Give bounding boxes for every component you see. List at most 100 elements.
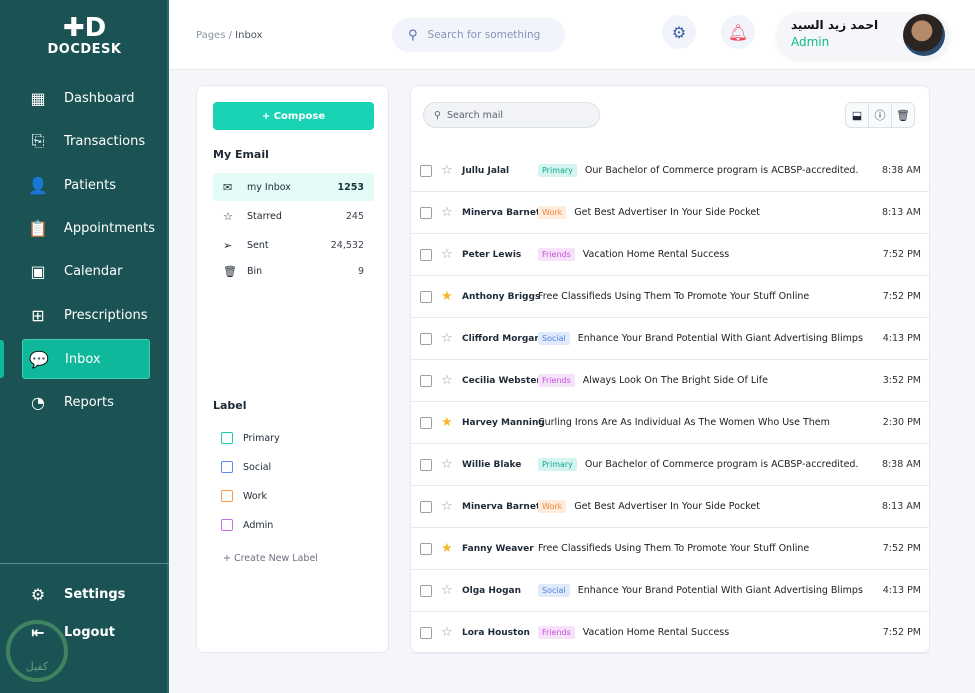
- label-checkbox[interactable]: [221, 519, 233, 531]
- mail-tag: Friends: [538, 248, 575, 261]
- mail-time: 8:38 AM: [881, 459, 921, 470]
- mail-time: 8:13 AM: [881, 207, 921, 218]
- row-checkbox[interactable]: [420, 206, 432, 219]
- mail-tag: Social: [538, 584, 570, 597]
- row-checkbox[interactable]: [420, 248, 432, 261]
- sidebar-item-appointments[interactable]: 📋 Appointments: [22, 208, 155, 248]
- mail-tag: Work: [538, 500, 567, 513]
- compose-button[interactable]: + Compose: [213, 102, 374, 130]
- mail-time: 8:38 AM: [881, 165, 921, 176]
- mail-row[interactable]: ☆ Clifford Morgan Social Enhance Your Brand…: [411, 318, 929, 360]
- info-icon[interactable]: ⓘ: [869, 103, 892, 127]
- mail-row[interactable]: ☆ Lora Houston Friends Vacation Home Rental…: [411, 612, 929, 654]
- create-label-button[interactable]: + Create New Label: [223, 553, 318, 564]
- row-checkbox[interactable]: [420, 542, 432, 555]
- mail-row[interactable]: ★ Harvey Manning Curling Irons Are As Indi…: [411, 402, 929, 444]
- star-icon[interactable]: ☆: [441, 499, 455, 514]
- mail-search[interactable]: ⚲ Search mail: [423, 102, 600, 128]
- mail-sender: Jullu Jalal: [462, 165, 510, 176]
- star-icon[interactable]: ☆: [441, 583, 455, 598]
- label-heading: Label: [213, 399, 247, 412]
- sidebar-item-patients[interactable]: 👤 Patients: [22, 165, 150, 205]
- label-primary[interactable]: Primary: [221, 432, 280, 444]
- star-icon[interactable]: ☆: [441, 205, 455, 220]
- row-checkbox[interactable]: [420, 374, 432, 387]
- dashboard-icon: ▦: [30, 88, 46, 108]
- global-search[interactable]: ⚲ Search for something: [392, 18, 565, 52]
- sidebar-item-settings[interactable]: ⚙ Settings: [22, 574, 150, 614]
- mail-row[interactable]: ☆ Peter Lewis Friends Vacation Home Rental …: [411, 234, 929, 276]
- mail-subject: Our Bachelor of Commerce program is ACBS…: [584, 165, 859, 176]
- label-checkbox[interactable]: [221, 461, 233, 473]
- sidebar-item-reports[interactable]: ◔ Reports: [22, 382, 150, 422]
- mail-time: 4:13 PM: [882, 585, 921, 596]
- archive-icon[interactable]: ⬓: [846, 103, 869, 127]
- mail-row[interactable]: ☆ Minerva Barnett Work Get Best Advertiser …: [411, 192, 929, 234]
- search-icon: ⚲: [408, 27, 418, 43]
- calendar-icon: ▣: [30, 261, 46, 281]
- user-profile[interactable]: احمد زيد السيد Admin: [777, 12, 949, 58]
- mail-sender: Willie Blake: [462, 459, 522, 470]
- star-icon[interactable]: ☆: [441, 457, 455, 472]
- folder-count: 245: [345, 210, 364, 222]
- folder-sent[interactable]: ➢ Sent 24,532: [213, 231, 374, 259]
- star-icon[interactable]: ☆: [441, 331, 455, 346]
- row-checkbox[interactable]: [420, 584, 432, 597]
- settings-button[interactable]: ⚙: [662, 15, 696, 49]
- star-icon: ☆: [223, 209, 233, 223]
- breadcrumb-current: Inbox: [235, 30, 263, 41]
- avatar[interactable]: [903, 14, 945, 56]
- star-icon[interactable]: ☆: [441, 373, 455, 388]
- folder-bin[interactable]: 🗑 Bin 9: [213, 257, 374, 285]
- label-checkbox[interactable]: [221, 432, 233, 444]
- sidebar-item-label: Reports: [64, 394, 114, 410]
- logo: ✚D DOCDESK: [0, 14, 169, 57]
- row-checkbox[interactable]: [420, 290, 432, 303]
- trash-icon[interactable]: 🗑: [892, 103, 914, 127]
- label-checkbox[interactable]: [221, 490, 233, 502]
- pie-chart-icon: ◔: [31, 392, 45, 412]
- mail-row[interactable]: ☆ Jullu Jalal Primary Our Bachelor of Comme…: [411, 150, 929, 192]
- row-checkbox[interactable]: [420, 416, 432, 429]
- mail-tag: Friends: [538, 626, 575, 639]
- folder-starred[interactable]: ☆ Starred 245: [213, 202, 374, 230]
- row-checkbox[interactable]: [420, 500, 432, 513]
- mail-row[interactable]: ☆ Olga Hogan Social Enhance Your Brand Pote…: [411, 570, 929, 612]
- user-role: Admin: [791, 35, 830, 49]
- label-text: Social: [243, 461, 272, 473]
- breadcrumb-root[interactable]: Pages: [196, 30, 225, 41]
- star-icon[interactable]: ☆: [441, 163, 455, 178]
- row-checkbox[interactable]: [420, 458, 432, 471]
- star-icon[interactable]: ☆: [441, 247, 455, 262]
- label-work[interactable]: Work: [221, 490, 267, 502]
- label-social[interactable]: Social: [221, 461, 271, 473]
- star-icon[interactable]: ★: [441, 415, 455, 430]
- row-checkbox[interactable]: [420, 626, 432, 639]
- mail-row[interactable]: ☆ Minerva Barnett Work Get Best Advertiser …: [411, 486, 929, 528]
- sidebar-item-inbox[interactable]: 💬 Inbox: [22, 339, 150, 379]
- row-checkbox[interactable]: [420, 164, 432, 177]
- mail-time: 3:52 PM: [882, 375, 921, 386]
- sidebar: ✚D DOCDESK ▦ Dashboard ⎘ Transactions 👤 Patie…: [0, 0, 169, 693]
- mail-sender: Minerva Barnett: [462, 207, 545, 218]
- sidebar-item-prescriptions[interactable]: ⊞ Prescriptions: [22, 295, 150, 335]
- folder-my-inbox[interactable]: ✉ my Inbox 1253: [213, 173, 374, 201]
- sidebar-item-calendar[interactable]: ▣ Calendar: [22, 251, 150, 291]
- folder-label: Bin: [247, 265, 263, 277]
- sidebar-item-transactions[interactable]: ⎘ Transactions: [22, 121, 150, 161]
- star-icon[interactable]: ★: [441, 289, 455, 304]
- sidebar-item-dashboard[interactable]: ▦ Dashboard: [22, 78, 150, 118]
- label-text: Primary: [243, 432, 280, 444]
- mail-row[interactable]: ★ Anthony Briggs Free Classifieds Using Th…: [411, 276, 929, 318]
- row-checkbox[interactable]: [420, 332, 432, 345]
- star-icon[interactable]: ★: [441, 541, 455, 556]
- notifications-button[interactable]: 🔔︎: [721, 15, 755, 49]
- logo-mark-icon: ✚D: [62, 13, 107, 43]
- star-icon[interactable]: ☆: [441, 625, 455, 640]
- patient-icon: 👤: [28, 175, 48, 195]
- mail-row[interactable]: ★ Fanny Weaver Free Classifieds Using Them…: [411, 528, 929, 570]
- mail-row[interactable]: ☆ Willie Blake Primary Our Bachelor of Comm…: [411, 444, 929, 486]
- mail-row[interactable]: ☆ Cecilia Webster Friends Always Look On Th…: [411, 360, 929, 402]
- mail-sender: Harvey Manning: [462, 417, 545, 428]
- label-admin[interactable]: Admin: [221, 519, 273, 531]
